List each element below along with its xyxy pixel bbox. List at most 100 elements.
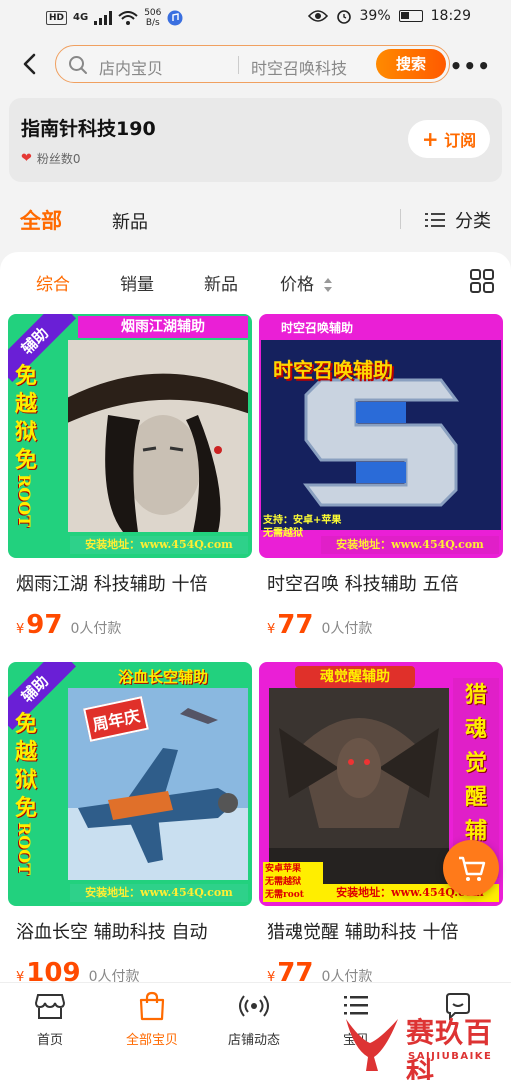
sort-sales[interactable]: 销量 — [120, 270, 154, 295]
stamp-line: 无需root — [265, 890, 304, 900]
sort-new[interactable]: 新品 — [204, 270, 238, 295]
product-price: ¥ 77 0人付款 — [267, 610, 372, 640]
hd-indicator: HD — [46, 11, 68, 25]
tab-new[interactable]: 新品 — [112, 208, 148, 234]
product-side-text: 免 越 狱 免 ROOT — [14, 362, 38, 527]
product-card[interactable]: 魂觉醒辅助 猎 魂 觉 醒 辅 安卓苹果 无需越狱 无需root 安装地址：ww… — [259, 662, 503, 982]
nav-shop-feed-label: 店铺动态 — [227, 1033, 280, 1048]
currency-symbol: ¥ — [16, 970, 25, 982]
sort-comprehensive[interactable]: 综合 — [36, 270, 70, 295]
product-title[interactable]: 烟雨江湖 科技辅助 十倍 — [16, 570, 252, 596]
cart-button[interactable] — [443, 840, 499, 896]
product-image[interactable]: 浴血长空辅助 辅助 周年庆 免 越 狱 免 ROOT 安装地址：www.454Q… — [8, 662, 252, 906]
product-image[interactable]: 烟雨江湖辅助 辅助 免 越 狱 免 ROOT 安装地址：www.454Q.com — [8, 314, 252, 558]
product-image[interactable]: 时空召唤辅助 时空召唤辅助 支持：安卓+苹果 无需越狱 安装地址：www.454… — [259, 314, 503, 558]
swordsman-illustration — [63, 340, 252, 532]
category-tabs: 全部 新品 分类 — [0, 195, 511, 245]
install-address: 安装地址：www.454Q.com — [70, 536, 248, 554]
plus-icon: + — [421, 127, 439, 151]
status-bar: HD 4G 506 B/s 39% 18:29 — [0, 0, 511, 36]
product-stamp: 安卓苹果 无需越狱 无需root — [263, 862, 323, 902]
side-char: ROOT — [15, 474, 34, 528]
tab-classify-label: 分类 — [455, 211, 491, 232]
whale-tail-logo — [346, 1019, 398, 1071]
side-char: 醒 — [464, 784, 487, 810]
search-query-text[interactable]: 时空召唤科技 — [251, 55, 347, 79]
search-button[interactable]: 搜索 — [376, 49, 446, 79]
back-arrow-icon[interactable] — [16, 50, 44, 78]
watermark-en: SAIJIUBAIKE — [408, 1051, 493, 1062]
sold-count: 0人付款 — [70, 621, 122, 637]
search-input[interactable]: 店内宝贝 时空召唤科技 搜索 — [55, 45, 450, 83]
product-panel: 综合 销量 新品 价格 烟雨江湖辅助 辅助 免 越 狱 免 ROOT 安装地址：… — [0, 252, 511, 982]
more-options-icon[interactable]: ••• — [450, 54, 491, 78]
wifi-icon — [118, 11, 138, 25]
price-amount: 77 — [277, 958, 314, 982]
status-right: 39% 18:29 — [307, 8, 471, 24]
product-card[interactable]: 时空召唤辅助 时空召唤辅助 支持：安卓+苹果 无需越狱 安装地址：www.454… — [259, 314, 503, 654]
net-speed-unit: B/s — [145, 18, 160, 28]
search-scope-label[interactable]: 店内宝贝 — [99, 55, 163, 79]
sort-bar: 综合 销量 新品 价格 — [0, 268, 511, 298]
eye-icon — [307, 10, 328, 22]
side-char: 觉 — [464, 750, 487, 776]
product-price: ¥ 97 0人付款 — [16, 610, 121, 640]
side-char: 免 — [14, 447, 37, 473]
signal-bars-icon — [94, 11, 113, 25]
nav-shop-feed[interactable]: 店铺动态 — [204, 989, 304, 1048]
price-amount: 109 — [26, 958, 81, 982]
product-title[interactable]: 时空召唤 科技辅助 五倍 — [267, 570, 503, 596]
side-char: ROOT — [15, 822, 34, 876]
sort-price[interactable]: 价格 — [280, 270, 333, 295]
currency-symbol: ¥ — [267, 970, 276, 982]
product-title[interactable]: 猎魂觉醒 辅助科技 十倍 — [267, 918, 503, 944]
net-speed: 506 B/s — [144, 8, 161, 28]
tab-all[interactable]: 全部 — [20, 205, 62, 235]
subscribe-button[interactable]: + 订阅 — [408, 120, 490, 158]
currency-symbol: ¥ — [16, 622, 25, 637]
grid-view-icon[interactable] — [469, 268, 495, 294]
nav-all-items[interactable]: 全部宝贝 — [102, 989, 202, 1048]
tab-classify[interactable]: 分类 — [425, 207, 491, 233]
product-banner: 浴血长空辅助 — [117, 668, 208, 686]
alarm-icon — [336, 10, 351, 24]
product-artwork — [63, 340, 252, 532]
subscribe-label: 订阅 — [444, 131, 477, 150]
nav-home[interactable]: 首页 — [0, 989, 100, 1048]
shop-info-card: 指南针科技190 ❤ 粉丝数0 + 订阅 — [9, 98, 502, 182]
sold-count: 0人付款 — [321, 969, 373, 982]
list-icon — [425, 213, 445, 227]
search-icon — [69, 56, 87, 74]
battery-icon — [398, 10, 423, 22]
product-side-text: 免 越 狱 免 ROOT — [14, 710, 38, 875]
side-char: 免 — [14, 795, 37, 821]
broadcast-icon — [239, 995, 269, 1017]
support-line: 支持：安卓+苹果 — [263, 515, 342, 526]
product-artwork — [269, 688, 449, 884]
product-price: ¥ 109 0人付款 — [16, 958, 139, 982]
side-char: 狱 — [14, 419, 37, 445]
side-char: 越 — [14, 391, 37, 417]
product-card[interactable]: 浴血长空辅助 辅助 周年庆 免 越 狱 免 ROOT 安装地址：www.454Q… — [8, 662, 252, 982]
product-card[interactable]: 烟雨江湖辅助 辅助 免 越 狱 免 ROOT 安装地址：www.454Q.com… — [8, 314, 252, 654]
side-char: 越 — [14, 739, 37, 765]
music-app-icon — [167, 10, 183, 26]
price-amount: 77 — [277, 610, 314, 640]
product-price: ¥ 77 0人付款 — [267, 958, 372, 982]
nav-home-label: 首页 — [36, 1033, 63, 1048]
sort-arrows-icon — [324, 278, 333, 292]
side-char: 免 — [14, 363, 37, 389]
fans-count-text: 粉丝数0 — [36, 152, 81, 166]
side-char: 魂 — [464, 716, 487, 742]
product-banner: 时空召唤辅助 — [281, 321, 354, 335]
product-headline: 时空召唤辅助 — [273, 358, 393, 382]
product-title[interactable]: 浴血长空 辅助科技 自动 — [16, 918, 252, 944]
sold-count: 0人付款 — [321, 621, 373, 637]
clock: 18:29 — [430, 8, 471, 24]
status-left: HD 4G 506 B/s — [46, 8, 183, 28]
side-char: 猎 — [464, 682, 487, 708]
shop-name[interactable]: 指南针科技190 — [21, 114, 156, 141]
sort-price-label: 价格 — [280, 275, 314, 295]
battery-percent: 39% — [359, 8, 391, 24]
net-speed-value: 506 — [144, 8, 162, 18]
